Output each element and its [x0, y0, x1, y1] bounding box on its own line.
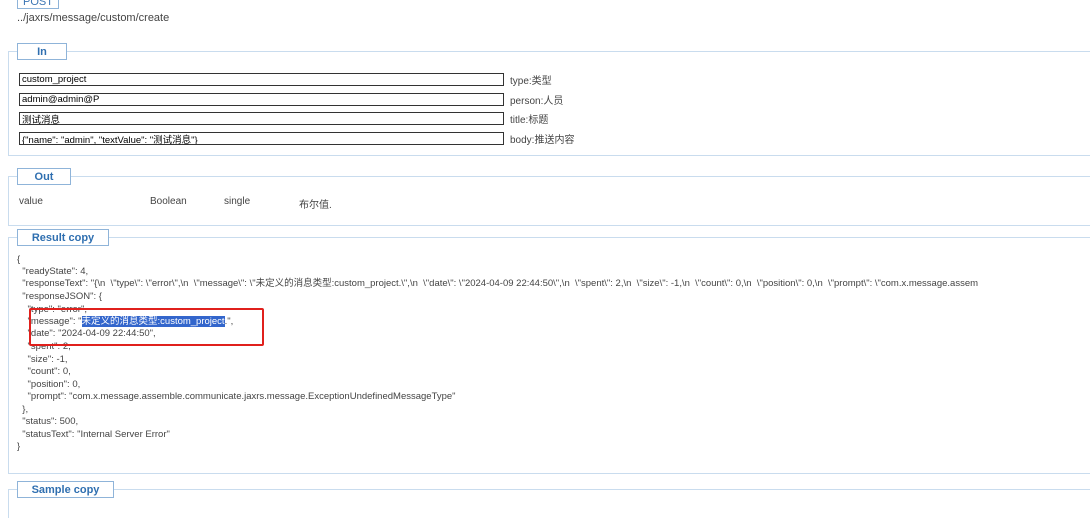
param-row-title: title:标题	[19, 112, 549, 126]
body-input[interactable]	[19, 132, 504, 145]
out-type: Boolean	[150, 196, 187, 207]
sample-copy-legend[interactable]: Sample copy	[17, 481, 114, 498]
json-line: "position": 0,	[17, 379, 81, 390]
json-line: "size": -1,	[17, 354, 68, 365]
person-input[interactable]	[19, 93, 504, 106]
out-desc: 布尔值.	[299, 200, 332, 211]
param-row-body: body:推送内容	[19, 132, 575, 146]
in-section: In type:类型 person:人员 title:标题 body:推送内容	[8, 43, 1090, 156]
http-method-badge: POST	[17, 0, 59, 9]
json-line: },	[17, 404, 29, 415]
message-tail: .",	[224, 316, 234, 327]
sample-section: Sample copy	[8, 481, 1090, 518]
json-line: "count": 0,	[17, 366, 71, 377]
out-section: Out value Boolean single 布尔值.	[8, 168, 1090, 226]
endpoint-path: ../jaxrs/message/custom/create	[17, 12, 170, 24]
person-label: person:人员	[510, 96, 564, 107]
type-label: type:类型	[510, 76, 552, 87]
in-legend: In	[17, 43, 67, 60]
out-legend: Out	[17, 168, 71, 185]
result-section: Result copy { "readyState": 4, "response…	[8, 229, 1090, 474]
title-input[interactable]	[19, 112, 504, 125]
json-line: "statusText": "Internal Server Error"	[17, 429, 170, 440]
json-line: }	[17, 441, 21, 452]
type-input[interactable]	[19, 73, 504, 86]
json-line: "date": "2024-04-09 22:44:50",	[17, 328, 156, 339]
body-label: body:推送内容	[510, 135, 575, 146]
json-line: {	[17, 254, 21, 265]
title-label: title:标题	[510, 115, 549, 126]
json-line: "responseText": "{\n \"type\": \"error\"…	[17, 278, 979, 289]
json-line: "spent": 2,	[17, 341, 71, 352]
param-row-type: type:类型	[19, 73, 552, 87]
api-doc-page: POST ../jaxrs/message/custom/create In t…	[0, 0, 1090, 518]
json-line: "status": 500,	[17, 416, 79, 427]
out-mode: single	[224, 196, 251, 207]
json-line: "prompt": "com.x.message.assemble.commun…	[17, 391, 456, 402]
out-name: value	[19, 196, 43, 207]
param-row-person: person:人员	[19, 93, 564, 107]
selected-message-text[interactable]: 未定义的消息类型:custom_project	[81, 316, 225, 327]
message-key: "message": "	[17, 316, 82, 327]
json-line: "responseJSON": {	[17, 291, 102, 302]
json-line: "type": "error",	[17, 304, 87, 315]
json-line-message: "message": "未定义的消息类型:custom_project.",	[17, 316, 233, 328]
json-line: "readyState": 4,	[17, 266, 89, 277]
result-copy-legend[interactable]: Result copy	[17, 229, 109, 246]
